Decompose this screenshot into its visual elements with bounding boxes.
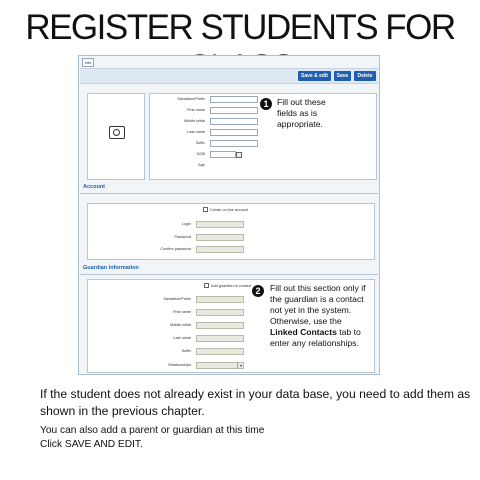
login-input[interactable] (196, 221, 244, 228)
callout-number-1: 1 (260, 98, 272, 110)
add-guardian-checkbox[interactable] (204, 283, 209, 288)
account-panel: Create on-line account Login Password Co… (87, 203, 375, 260)
field-label: First name (187, 108, 205, 112)
tab-info[interactable]: Info (82, 58, 94, 67)
camera-icon (109, 126, 125, 139)
guardian-panel: Add guardian to contact Salutation/Prefi… (87, 279, 375, 373)
photo-panel: Select Image (87, 93, 145, 219)
account-section-title: Account (83, 184, 105, 190)
field-label: Confirm password (160, 247, 191, 251)
suffix-input[interactable] (210, 140, 258, 147)
callout-2-line: Fill out this section only if (270, 283, 366, 293)
create-account-checkbox[interactable] (203, 207, 208, 212)
field-label: Relationships (168, 363, 191, 367)
field-label: Login (181, 222, 191, 226)
field-label: Last name (187, 130, 205, 134)
guardian-salutation-input[interactable] (196, 296, 244, 303)
form-screenshot: Info Save & edit Save Delete Select Imag… (78, 55, 380, 375)
first-name-input[interactable] (210, 107, 258, 114)
field-label: DOB (196, 152, 205, 156)
guardian-middle-initial-input[interactable] (196, 322, 244, 329)
field-label: Age (198, 163, 205, 167)
callout-1-line: Fill out these (277, 97, 326, 107)
guardian-suffix-input[interactable] (196, 348, 244, 355)
field-label: Last name (173, 336, 191, 340)
delete-button[interactable]: Delete (354, 71, 376, 81)
tab-bar: Info (79, 56, 379, 67)
guardian-last-name-input[interactable] (196, 335, 244, 342)
field-label: Middle initial (184, 119, 205, 123)
add-guardian-label: Add guardian to contact (211, 284, 252, 288)
callout-2-text: Fill out this section only if the guardi… (270, 283, 366, 349)
section-divider (80, 193, 378, 194)
save-and-edit-button[interactable]: Save & edit (298, 71, 331, 81)
field-label: Salutation/Prefix (177, 97, 205, 101)
callout-1-line: fields as is (277, 108, 318, 118)
callout-number-2: 2 (252, 285, 264, 297)
last-name-input[interactable] (210, 129, 258, 136)
caption-secondary: You can also add a parent or guardian at… (40, 424, 264, 452)
callout-2-line: Otherwise, use the (270, 316, 342, 326)
dob-input[interactable] (210, 151, 236, 158)
callout-1-line: appropriate. (277, 119, 323, 129)
callout-2-line-rest: tab to (336, 327, 361, 337)
field-label: Suffix (181, 349, 191, 353)
caption-line: Click SAVE AND EDIT. (40, 439, 143, 450)
relationships-select[interactable]: ▾ (196, 362, 244, 369)
caption-line: If the student does not already exist in… (40, 387, 471, 401)
save-button[interactable]: Save (334, 71, 351, 81)
callout-2-line: the guardian is a contact (270, 294, 364, 304)
guardian-first-name-input[interactable] (196, 309, 244, 316)
callout-2-line: Linked Contacts tab to (270, 327, 366, 338)
guardian-section-title: Guardian Information (83, 265, 139, 271)
password-input[interactable] (196, 234, 244, 241)
caption-line: You can also add a parent or guardian at… (40, 425, 265, 436)
middle-initial-input[interactable] (210, 118, 258, 125)
field-label: Middle initial (170, 323, 191, 327)
field-label: Password (174, 235, 191, 239)
salutation-input[interactable] (210, 96, 258, 103)
chevron-down-icon: ▾ (237, 362, 244, 369)
field-label: Suffix (195, 141, 205, 145)
toolbar: Save & edit Save Delete (80, 68, 378, 84)
field-label: First name (173, 310, 191, 314)
student-details-panel: Salutation/Prefix First name Middle init… (149, 93, 377, 180)
linked-contacts-label: Linked Contacts (270, 327, 337, 337)
callout-2-line: enter any relationships. (270, 338, 359, 348)
confirm-password-input[interactable] (196, 246, 244, 253)
callout-2-line: not yet in the system. (270, 305, 352, 315)
create-account-label: Create on-line account (210, 208, 249, 212)
callout-1-text: Fill out these fields as is appropriate. (277, 97, 326, 130)
calendar-icon[interactable] (236, 152, 242, 158)
caption-main: If the student does not already exist in… (40, 386, 470, 420)
field-label: Salutation/Prefix (163, 297, 191, 301)
caption-line: shown in the previous chapter. (40, 404, 205, 418)
section-divider (80, 274, 378, 275)
